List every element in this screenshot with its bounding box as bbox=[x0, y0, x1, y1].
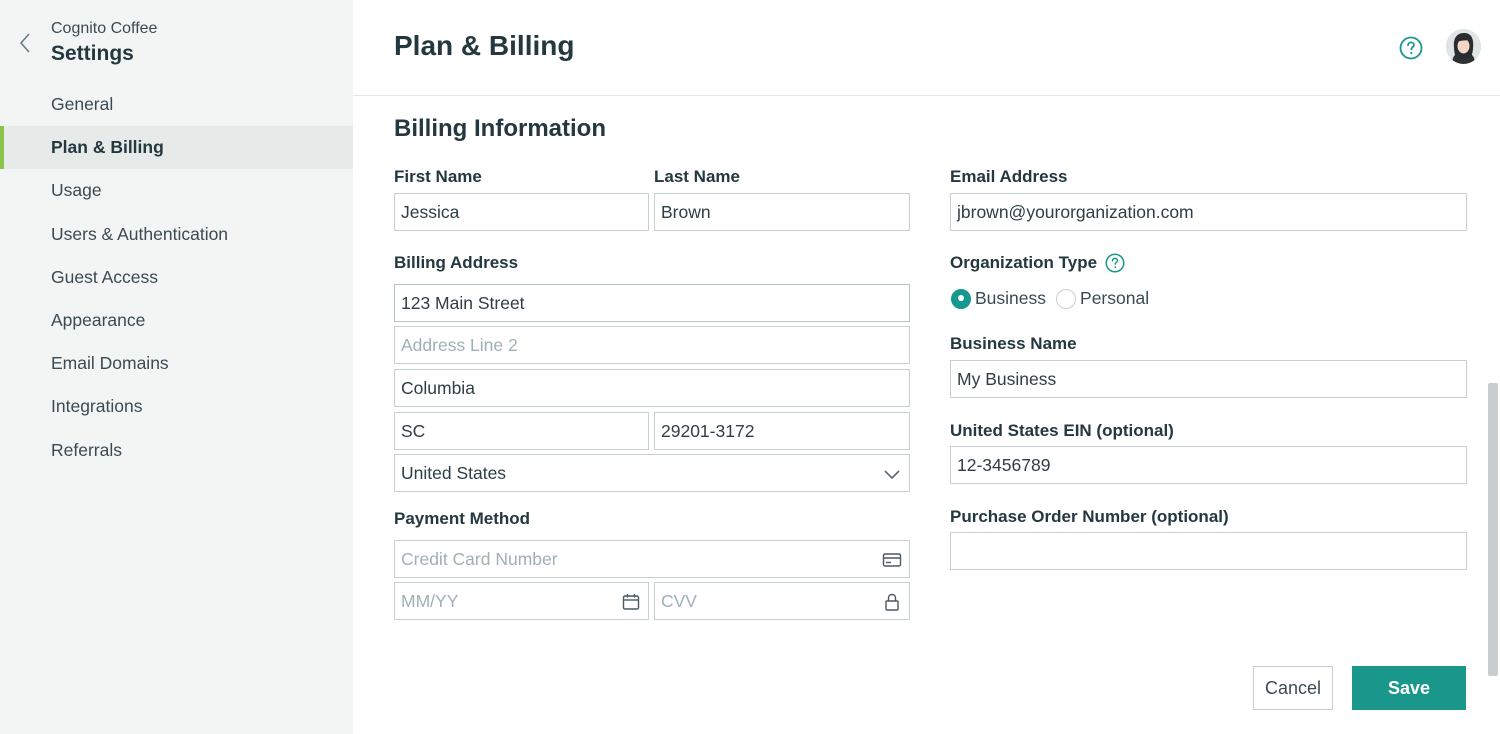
sidebar-item-label: Usage bbox=[51, 180, 102, 201]
organization-name: Cognito Coffee bbox=[51, 20, 158, 37]
settings-nav: General Plan & Billing Usage Users & Aut… bbox=[0, 83, 353, 472]
question-circle-icon[interactable] bbox=[1105, 253, 1125, 273]
credit-card-icon bbox=[882, 553, 902, 567]
address-line2-placeholder: Address Line 2 bbox=[401, 334, 518, 355]
radio-label: Personal bbox=[1080, 288, 1150, 308]
sidebar-item-label: Email Domains bbox=[51, 353, 169, 374]
country-select[interactable]: United States bbox=[394, 454, 910, 492]
zip-field[interactable]: 29201-3172 bbox=[654, 412, 910, 450]
sidebar-item-label: General bbox=[51, 94, 114, 115]
state-field[interactable]: SC bbox=[394, 412, 649, 450]
last-name-value: Brown bbox=[661, 201, 711, 222]
save-button[interactable]: Save bbox=[1352, 666, 1466, 710]
email-field[interactable]: jbrown@yourorganization.com bbox=[950, 193, 1467, 231]
sidebar-item-label: Users & Authentication bbox=[51, 223, 229, 244]
radio-label: Business bbox=[975, 288, 1047, 308]
radio-dot bbox=[951, 288, 971, 309]
address-line1-field[interactable]: 123 Main Street bbox=[394, 284, 910, 322]
sidebar-item-users-authentication[interactable]: Users & Authentication bbox=[0, 213, 353, 256]
country-value: United States bbox=[401, 462, 507, 483]
org-type-personal-radio[interactable]: Personal bbox=[1056, 288, 1149, 309]
billing-form: Billing Information First Name Last Name… bbox=[353, 97, 1485, 734]
email-label: Email Address bbox=[950, 167, 1068, 186]
first-name-value: Jessica bbox=[401, 201, 460, 222]
business-name-field[interactable]: My Business bbox=[950, 360, 1467, 398]
page-header: Plan & Billing bbox=[353, 0, 1500, 96]
sidebar-item-label: Guest Access bbox=[51, 266, 158, 287]
back-button[interactable] bbox=[14, 30, 36, 56]
po-number-field[interactable] bbox=[950, 532, 1467, 570]
first-name-label: First Name bbox=[394, 167, 482, 186]
city-value: Columbia bbox=[401, 377, 475, 398]
sidebar-item-integrations[interactable]: Integrations bbox=[0, 385, 353, 428]
cancel-button[interactable]: Cancel bbox=[1253, 666, 1333, 710]
org-type-radio-group: Business Personal bbox=[951, 288, 1159, 309]
po-number-label: Purchase Order Number (optional) bbox=[950, 507, 1229, 526]
org-type-business-radio[interactable]: Business bbox=[951, 288, 1046, 309]
card-number-placeholder: Credit Card Number bbox=[401, 548, 558, 569]
card-number-field[interactable]: Credit Card Number bbox=[394, 540, 910, 578]
sidebar-item-referrals[interactable]: Referrals bbox=[0, 429, 353, 472]
business-name-value: My Business bbox=[957, 368, 1057, 389]
email-value: jbrown@yourorganization.com bbox=[957, 201, 1194, 222]
billing-section-title: Billing Information bbox=[394, 115, 606, 142]
state-value: SC bbox=[401, 420, 426, 441]
radio-dot bbox=[1056, 288, 1077, 309]
sidebar-item-usage[interactable]: Usage bbox=[0, 169, 353, 212]
ein-field[interactable]: 12-3456789 bbox=[950, 446, 1467, 484]
city-field[interactable]: Columbia bbox=[394, 369, 910, 407]
settings-title: Settings bbox=[51, 42, 134, 65]
billing-address-label: Billing Address bbox=[394, 253, 519, 272]
cvv-placeholder: CVV bbox=[661, 590, 697, 611]
ein-label: United States EIN (optional) bbox=[950, 421, 1174, 440]
avatar-portrait-icon bbox=[1446, 29, 1481, 64]
sidebar-item-appearance[interactable]: Appearance bbox=[0, 299, 353, 342]
sidebar-item-email-domains[interactable]: Email Domains bbox=[0, 342, 353, 385]
org-type-label-row: Organization Type bbox=[950, 253, 1125, 273]
payment-method-label: Payment Method bbox=[394, 509, 531, 528]
sidebar-item-label: Appearance bbox=[51, 310, 146, 331]
last-name-label: Last Name bbox=[654, 167, 740, 186]
sidebar-item-label: Integrations bbox=[51, 396, 143, 417]
zip-value: 29201-3172 bbox=[661, 420, 755, 441]
calendar-icon bbox=[622, 594, 640, 610]
scrollbar-thumb[interactable] bbox=[1488, 383, 1498, 676]
sidebar-item-general[interactable]: General bbox=[0, 83, 353, 126]
sidebar-item-label: Plan & Billing bbox=[51, 137, 164, 158]
expiry-field[interactable]: MM/YY bbox=[394, 582, 649, 620]
sidebar: Cognito Coffee Settings General Plan & B… bbox=[0, 0, 353, 734]
cvv-field[interactable]: CVV bbox=[654, 582, 910, 620]
expiry-placeholder: MM/YY bbox=[401, 590, 459, 611]
ein-value: 12-3456789 bbox=[957, 454, 1051, 475]
business-name-label: Business Name bbox=[950, 334, 1077, 353]
help-button[interactable] bbox=[1399, 36, 1423, 60]
chevron-left-icon bbox=[19, 33, 30, 53]
lock-icon bbox=[885, 593, 899, 611]
chevron-down-icon bbox=[884, 470, 900, 480]
address-line1-value: 123 Main Street bbox=[401, 292, 525, 313]
question-circle-icon bbox=[1399, 36, 1423, 60]
first-name-field[interactable]: Jessica bbox=[394, 193, 649, 231]
sidebar-item-plan-billing[interactable]: Plan & Billing bbox=[0, 126, 353, 170]
sidebar-item-label: Referrals bbox=[51, 439, 122, 460]
page-title: Plan & Billing bbox=[394, 30, 575, 61]
address-line2-field[interactable]: Address Line 2 bbox=[394, 326, 910, 364]
user-avatar[interactable] bbox=[1446, 29, 1481, 64]
sidebar-item-guest-access[interactable]: Guest Access bbox=[0, 256, 353, 299]
last-name-field[interactable]: Brown bbox=[654, 193, 910, 231]
org-type-label: Organization Type bbox=[950, 253, 1098, 272]
